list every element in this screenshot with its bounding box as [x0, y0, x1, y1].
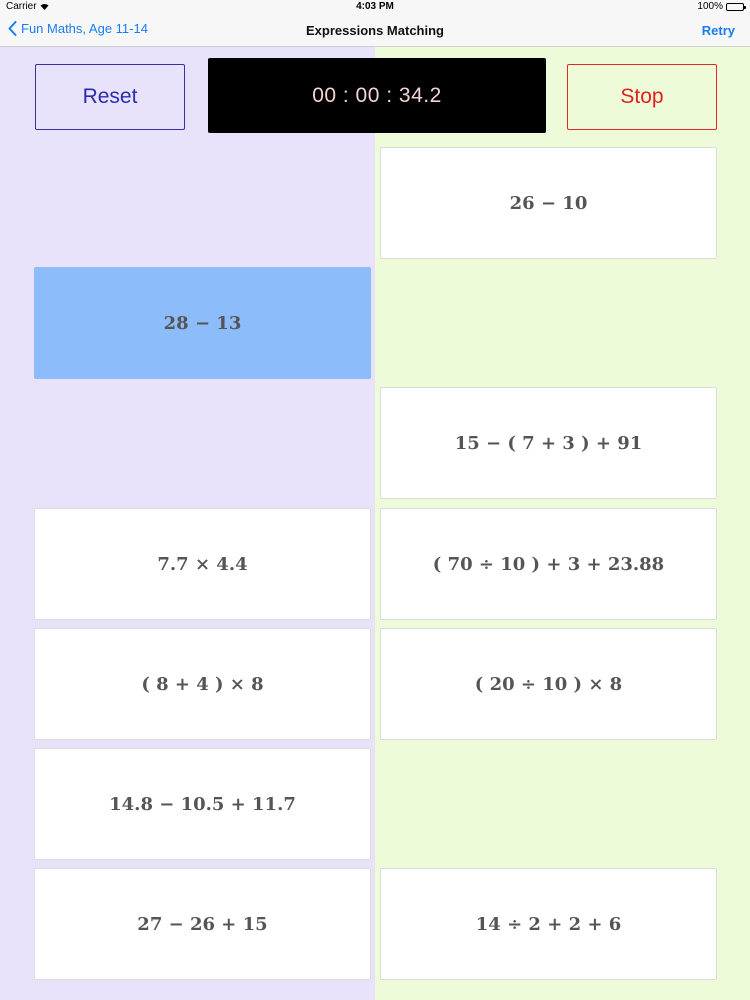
expression-card-left[interactable]: 7.7 × 4.4: [34, 508, 371, 620]
status-time: 4:03 PM: [356, 1, 394, 12]
timer-display: 00 : 00 : 34.2: [208, 58, 546, 133]
reset-button[interactable]: Reset: [35, 64, 185, 130]
expression-card-left[interactable]: ( 8 + 4 ) × 8: [34, 628, 371, 740]
retry-button[interactable]: Retry: [702, 23, 735, 38]
expression-card-left[interactable]: 14.8 − 10.5 + 11.7: [34, 748, 371, 860]
battery-group: 100%: [697, 1, 746, 12]
expression-card-left-selected[interactable]: 28 − 13: [34, 267, 371, 379]
expression-card-left[interactable]: 27 − 26 + 15: [34, 868, 371, 980]
battery-percent: 100%: [697, 1, 723, 12]
battery-icon: [726, 2, 746, 11]
status-bar: Carrier 4:03 PM 100%: [0, 0, 750, 14]
expression-card-right[interactable]: 15 − ( 7 + 3 ) + 91: [380, 387, 717, 499]
expression-card-right[interactable]: ( 20 ÷ 10 ) × 8: [380, 628, 717, 740]
expression-card-right[interactable]: 26 − 10: [380, 147, 717, 259]
page-title: Expressions Matching: [306, 23, 444, 38]
stop-button[interactable]: Stop: [567, 64, 717, 130]
expression-card-right[interactable]: ( 70 ÷ 10 ) + 3 + 23.88: [380, 508, 717, 620]
expression-card-right[interactable]: 14 ÷ 2 + 2 + 6: [380, 868, 717, 980]
navigation-bar: Fun Maths, Age 11-14 Expressions Matchin…: [0, 14, 750, 47]
